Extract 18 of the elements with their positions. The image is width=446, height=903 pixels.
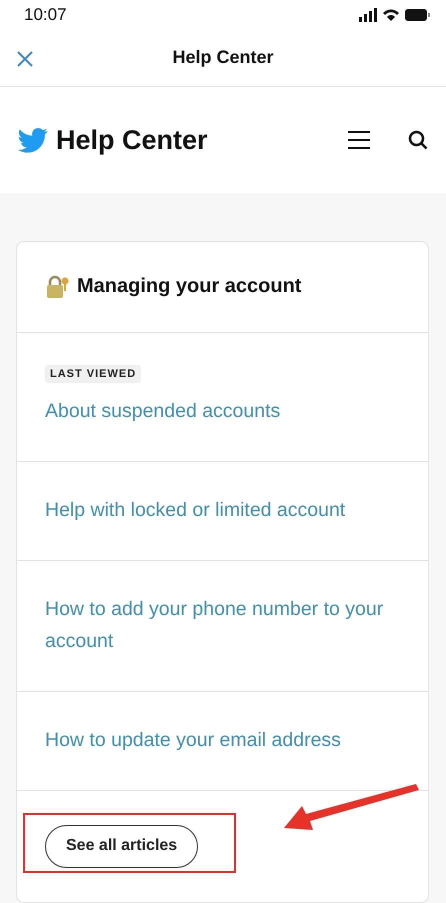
card-title: Managing your account [77,275,302,298]
search-icon[interactable] [408,130,428,150]
signal-icon [359,8,377,22]
bird-logo-icon[interactable] [18,128,48,153]
lock-key-icon [45,274,69,299]
see-all-articles-button[interactable]: See all articles [45,824,198,868]
article-link[interactable]: How to update your email address [45,724,341,756]
close-icon[interactable] [16,50,34,68]
menu-icon[interactable] [348,131,370,150]
article-link[interactable]: About suspended accounts [45,394,280,427]
status-time: 10:07 [24,4,67,25]
help-center-heading: Help Center [56,124,209,156]
battery-icon [405,8,430,21]
article-link[interactable]: Help with locked or limited account [45,494,346,526]
last-viewed-badge: LAST VIEWED [45,364,142,383]
wifi-icon [383,8,399,22]
article-link[interactable]: How to add your phone number to your account [45,592,384,657]
page-title: Help Center [172,47,274,68]
